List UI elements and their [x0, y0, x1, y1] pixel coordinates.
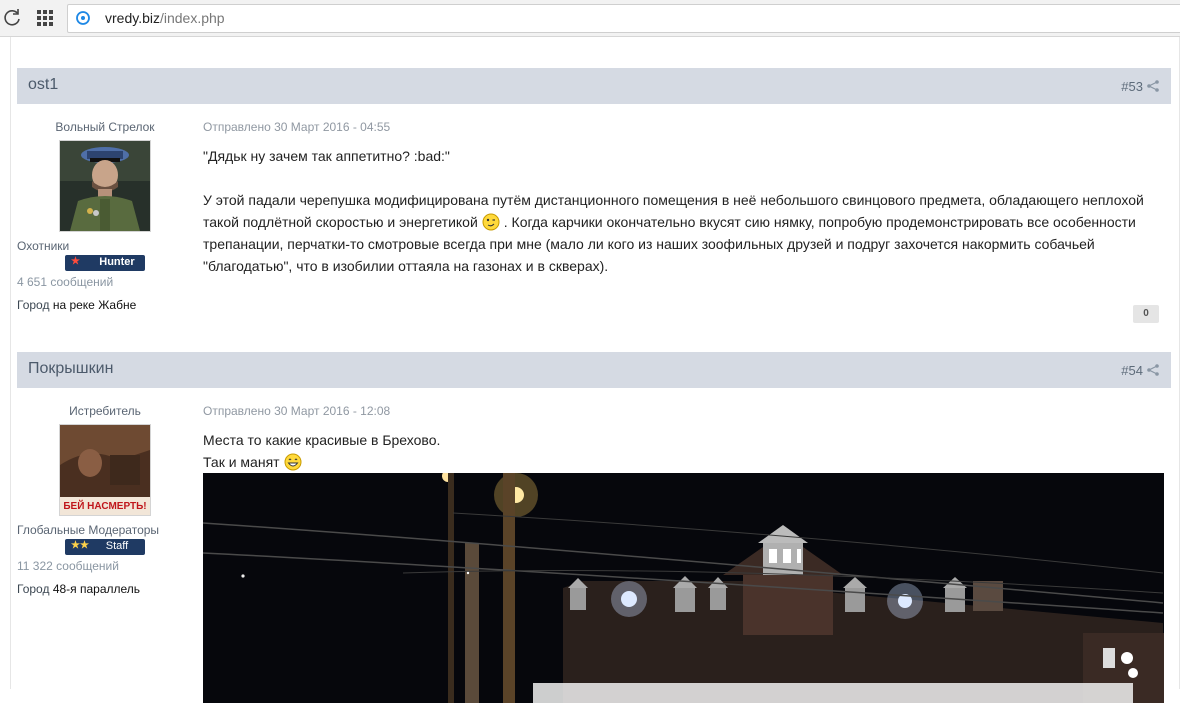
group-badge: ★★ Staff — [65, 539, 145, 555]
author-info: Истребитель — [17, 404, 193, 418]
post-date: Отправлено 30 Март 2016 - 04:55 — [203, 120, 391, 134]
post-body: Места то какие красивые в Брехово. Так и… — [203, 429, 1163, 473]
share-icon[interactable] — [1147, 364, 1159, 376]
city-label: Город — [17, 582, 50, 596]
post-header: ost1 #53 — [17, 68, 1171, 104]
share-icon[interactable] — [1147, 80, 1159, 92]
post: Покрышкин #54 Истребитель БЕЙ НАСМЕРТЬ! … — [17, 352, 1171, 703]
post-author-link[interactable]: ost1 — [28, 76, 58, 94]
author-info: Вольный Стрелок — [17, 120, 193, 134]
url-text[interactable]: vredy.biz/index.php — [105, 10, 225, 26]
grin-emoji-icon — [284, 453, 302, 471]
post-text: У этой падали черепушка модифицирована п… — [203, 192, 1144, 274]
avatar-image — [60, 141, 150, 231]
member-group: Охотники — [17, 239, 70, 253]
post: ost1 #53 Вольный Стрелок Охотники ★ Hunt… — [17, 68, 1171, 352]
star-icon: ★ — [71, 256, 80, 267]
city-label: Город — [17, 298, 50, 312]
post-text: Так и манят — [203, 451, 1163, 473]
post-author-link[interactable]: Покрышкин — [28, 360, 113, 378]
post-number-link[interactable]: #54 — [1121, 363, 1143, 378]
avatar-image: БЕЙ НАСМЕРТЬ! — [60, 425, 150, 515]
post-count: 11 322 сообщений — [17, 559, 119, 573]
post-date: Отправлено 30 Март 2016 - 12:08 — [203, 404, 391, 418]
avatar-caption: БЕЙ НАСМЕРТЬ! — [63, 499, 146, 512]
address-bar[interactable]: vredy.biz/index.php — [67, 4, 1180, 33]
rank-title: Истребитель — [69, 404, 141, 418]
member-group: Глобальные Модераторы — [17, 523, 160, 537]
wink-emoji-icon — [482, 213, 500, 231]
post-text: Места то какие красивые в Брехово. — [203, 432, 441, 448]
badge-label: Staff — [105, 540, 129, 552]
badge-label: Hunter — [99, 256, 135, 268]
group-badge: ★ Hunter — [65, 255, 145, 271]
night-town-photo — [203, 473, 1164, 703]
rank-title: Вольный Стрелок — [55, 120, 155, 134]
city: Город 48-я параллель — [17, 582, 193, 596]
reload-icon[interactable] — [2, 8, 22, 28]
avatar[interactable]: БЕЙ НАСМЕРТЬ! — [59, 424, 151, 516]
city-value: 48-я параллель — [52, 582, 141, 596]
city-value: на реке Жабне — [52, 298, 137, 312]
post-text: "Дядьк ну зачем так аппетитно? :bad:" — [203, 148, 450, 164]
star-icon: ★★ — [71, 540, 89, 551]
post-image[interactable] — [203, 473, 1164, 703]
avatar[interactable] — [59, 140, 151, 232]
apps-icon[interactable] — [36, 9, 54, 27]
city: Город на реке Жабне — [17, 298, 193, 312]
post-body: "Дядьк ну зачем так аппетитно? :bad:" У … — [203, 145, 1163, 277]
post-count: 4 651 сообщений — [17, 275, 114, 289]
browser-toolbar: vredy.biz/index.php — [0, 0, 1180, 37]
reputation-badge[interactable]: 0 — [1133, 305, 1159, 323]
site-icon — [76, 11, 90, 25]
post-number-link[interactable]: #53 — [1121, 79, 1143, 94]
post-header: Покрышкин #54 — [17, 352, 1171, 388]
